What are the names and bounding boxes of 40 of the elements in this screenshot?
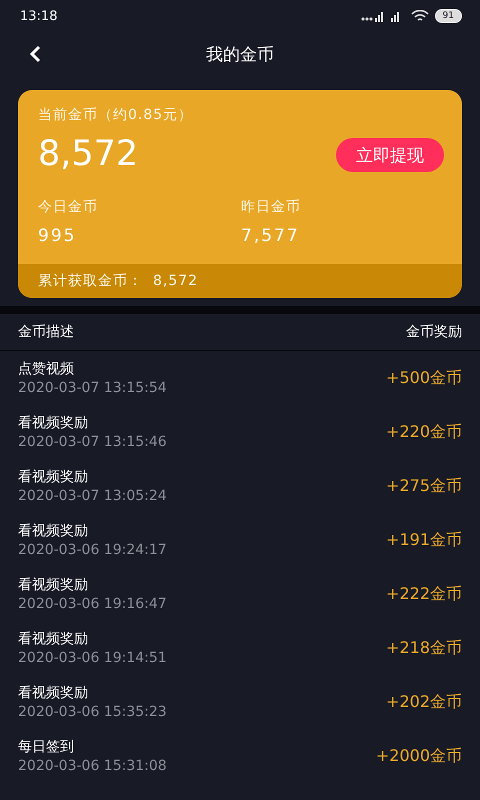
total-label: 累计获取金币：: [38, 272, 143, 290]
record-time: 2020-03-07 13:05:24: [18, 486, 167, 504]
record-title: 每日签到: [18, 738, 75, 756]
record-reward: +191金币: [386, 530, 462, 550]
record-title: 看视频奖励: [18, 414, 89, 432]
status-time: 13:18: [20, 8, 58, 24]
record-time: 2020-03-07 13:15:54: [18, 378, 167, 396]
record-reward: +500金币: [386, 368, 462, 388]
record-time: 2020-03-07 13:15:46: [18, 432, 167, 450]
stat-label: 今日金币: [38, 199, 98, 215]
battery-icon: 91: [434, 9, 462, 23]
back-icon[interactable]: [28, 45, 42, 63]
record-time: 2020-03-06 19:16:47: [18, 594, 167, 612]
total-value: 8,572: [153, 273, 198, 289]
page-title: 我的金币: [206, 44, 274, 66]
record-title: 点赞视频: [18, 360, 75, 378]
wifi-icon: [410, 10, 429, 22]
column-header: 金币奖励: [406, 323, 462, 341]
record-reward: +275金币: [386, 476, 462, 496]
stat-value: 995: [38, 226, 78, 246]
record-time: 2020-03-06 19:14:51: [18, 648, 167, 666]
record-title: 看视频奖励: [18, 576, 89, 594]
record-title: 看视频奖励: [18, 468, 89, 486]
record-reward: +222金币: [386, 584, 462, 604]
record-reward: +202金币: [386, 692, 462, 712]
record-time: 2020-03-06 15:35:23: [18, 702, 167, 720]
stat-label: 昨日金币: [241, 199, 301, 215]
current-coins-value: 8,572: [38, 134, 140, 174]
column-header: 金币描述: [18, 323, 74, 341]
record-title: 看视频奖励: [18, 684, 89, 702]
record-reward: +220金币: [386, 422, 462, 442]
record-reward: +2000金币: [376, 746, 462, 766]
record-time: 2020-03-06 15:31:08: [18, 756, 167, 774]
record-reward: +218金币: [386, 638, 462, 658]
record-title: 看视频奖励: [18, 630, 89, 648]
stat-value: 7,577: [241, 226, 301, 246]
record-title: 看视频奖励: [18, 522, 89, 540]
current-coins-label: 当前金币（约0.85元）: [38, 107, 194, 123]
withdraw-button[interactable]: 立即提现: [336, 138, 444, 172]
record-time: 2020-03-06 19:24:17: [18, 540, 167, 558]
